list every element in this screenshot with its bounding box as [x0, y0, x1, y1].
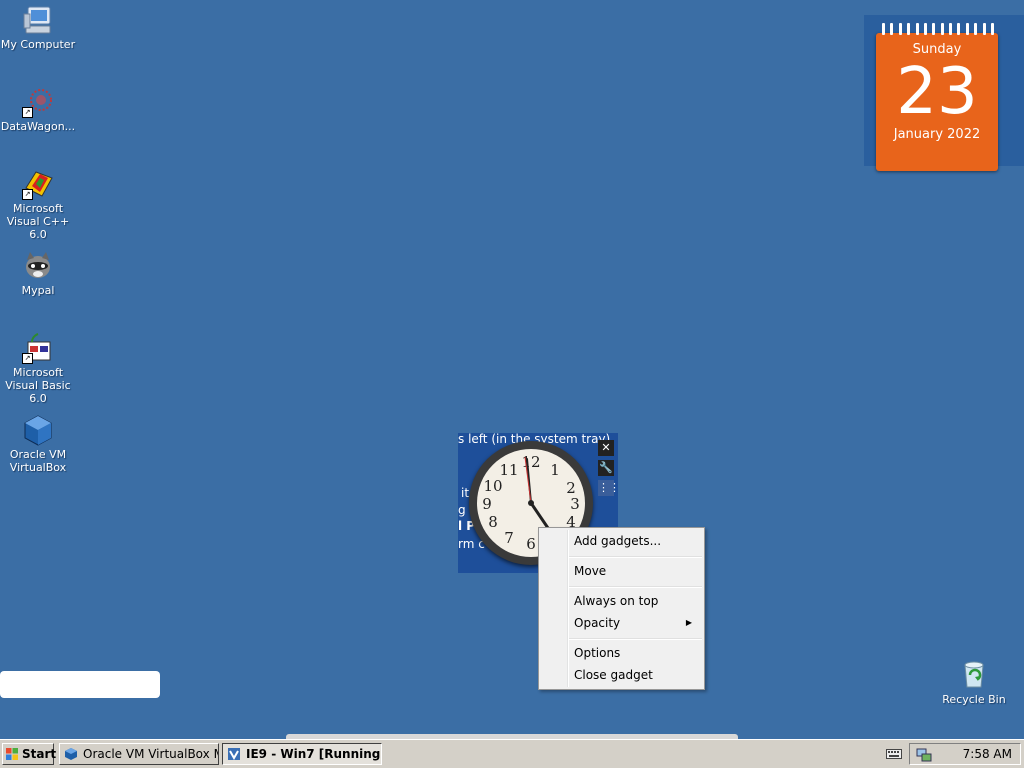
menu-item-options[interactable]: Options [541, 643, 702, 663]
desktop-icon-recycle-bin[interactable]: Recycle Bin [940, 657, 1008, 706]
gadget-toolbar: ✕ 🔧 ⋮⋮ [598, 440, 620, 500]
desktop-icon-label: Recycle Bin [942, 693, 1006, 706]
menu-item-label: Options [574, 646, 621, 660]
menu-item-label: Always on top [574, 594, 659, 608]
taskbar: Start Oracle VM VirtualBox Ma... IE9 - W… [0, 739, 1024, 768]
desktop-icon-label: Mypal [21, 284, 55, 297]
desktop-icon-label: DataWagon... [0, 120, 76, 133]
menu-item-label: Move [574, 564, 607, 578]
virtualbox-icon [65, 748, 77, 760]
system-tray: 7:58 AM [886, 743, 1021, 765]
taskbar-button-label: IE9 - Win7 [Running] ... [246, 747, 382, 761]
desktop-icon-label: Microsoft Visual C++ 6.0 [6, 202, 70, 241]
windows-flag-icon [6, 748, 18, 760]
menu-separator [569, 586, 702, 588]
menu-item-label: Opacity [574, 616, 621, 630]
taskbar-button-label: Oracle VM VirtualBox Ma... [83, 747, 218, 761]
menu-item-move[interactable]: Move [541, 561, 702, 581]
keyboard-icon[interactable] [886, 747, 902, 761]
menu-item-close-gadget[interactable]: Close gadget [541, 665, 702, 685]
recycle-bin-icon [958, 657, 990, 689]
taskbar-button-ie9-win7[interactable]: IE9 - Win7 [Running] ... [222, 743, 382, 765]
menu-item-label: Add gadgets... [574, 534, 662, 548]
calendar-gadget[interactable]: Sunday 23 January 2022 [864, 15, 1024, 171]
datawagon-icon: ↗ [22, 86, 54, 118]
visual-cpp-icon: ↗ [22, 168, 54, 200]
calendar-month-year: January 2022 [893, 127, 981, 142]
context-menu: Add gadgets... Move Always on top Opacit… [538, 527, 705, 690]
visual-basic-icon: ↗ [22, 332, 54, 364]
desktop-icon-visual-basic[interactable]: ↗ Microsoft Visual Basic 6.0 [0, 332, 76, 405]
menu-separator [569, 556, 702, 558]
background-text: g [458, 503, 466, 517]
taskbar-button-virtualbox-manager[interactable]: Oracle VM VirtualBox Ma... [59, 743, 219, 765]
desktop-icon-label: My Computer [0, 38, 76, 51]
desktop-icon-visual-cpp[interactable]: ↗ Microsoft Visual C++ 6.0 [0, 168, 76, 241]
taskbar-clock[interactable]: 7:58 AM [963, 744, 1012, 764]
calendar-date: 23 [896, 55, 978, 129]
calendar-page: Sunday 23 January 2022 [876, 23, 998, 171]
desktop-icon-label: Microsoft Visual Basic 6.0 [5, 366, 71, 405]
wrench-icon[interactable]: 🔧 [598, 460, 614, 476]
my-computer-icon [22, 4, 54, 36]
desktop-icon-datawagon[interactable]: ↗ DataWagon... [0, 86, 76, 133]
menu-item-add-gadgets[interactable]: Add gadgets... [541, 531, 702, 551]
menu-separator [569, 638, 702, 640]
start-button[interactable]: Start [2, 743, 57, 765]
mypal-raccoon-icon [22, 250, 54, 282]
submenu-arrow-icon: ▶ [685, 618, 692, 627]
desktop[interactable]: My Computer ↗ DataWagon... ↗ Microsoft V… [0, 0, 1024, 739]
calendar-rings [882, 23, 994, 37]
virtualbox-icon [22, 414, 54, 446]
shortcut-arrow-icon: ↗ [22, 189, 33, 200]
desktop-icon-mypal[interactable]: Mypal [0, 250, 76, 297]
virtualbox-vm-icon [228, 748, 240, 761]
shortcut-arrow-icon: ↗ [22, 107, 33, 118]
desktop-icon-label: Oracle VM VirtualBox [9, 448, 67, 474]
menu-item-label: Close gadget [574, 668, 653, 682]
background-text: it [461, 486, 470, 500]
shortcut-arrow-icon: ↗ [22, 353, 33, 364]
close-icon[interactable]: ✕ [598, 440, 614, 456]
menu-item-always-on-top[interactable]: Always on top [541, 591, 702, 611]
drag-handle-icon[interactable]: ⋮⋮ [598, 480, 620, 496]
menu-item-opacity[interactable]: Opacity ▶ [541, 613, 702, 633]
network-icon[interactable] [916, 747, 932, 763]
desktop-icon-virtualbox[interactable]: Oracle VM VirtualBox [0, 414, 76, 474]
floating-white-bar [0, 671, 160, 698]
start-label: Start [22, 747, 57, 761]
desktop-icon-my-computer[interactable]: My Computer [0, 4, 76, 51]
